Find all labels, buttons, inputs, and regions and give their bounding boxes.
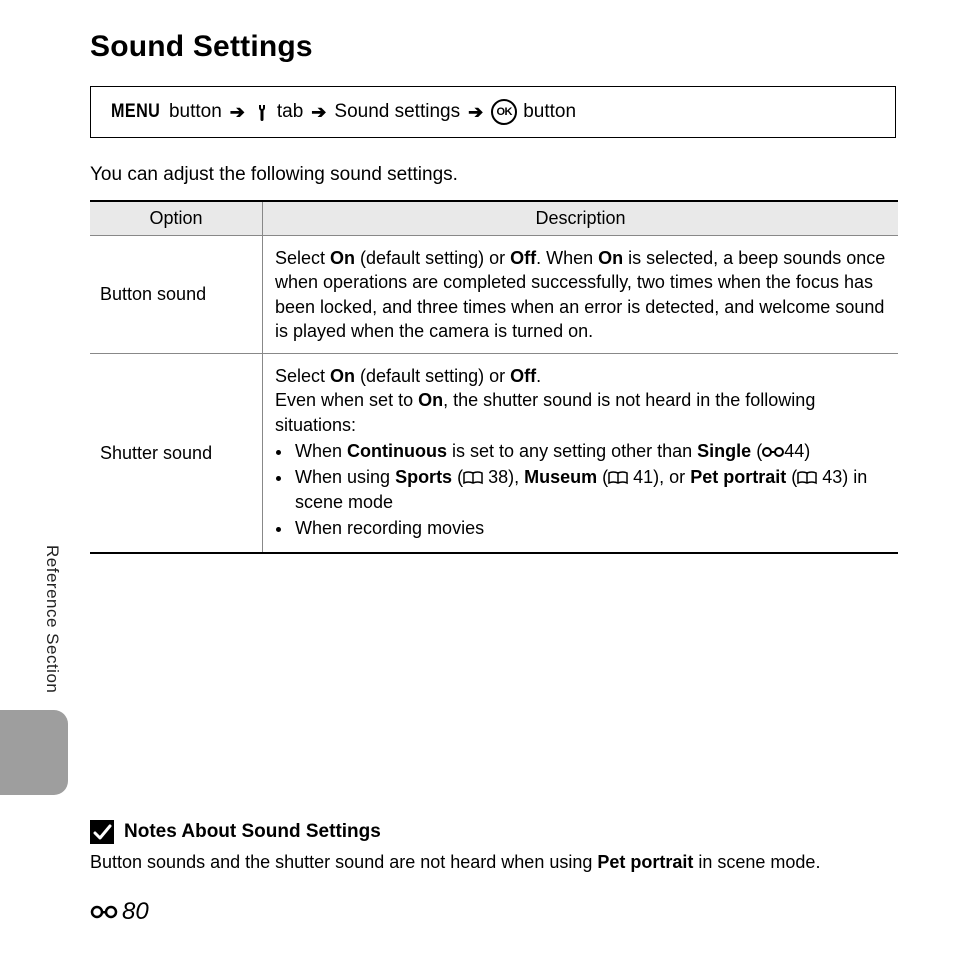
notes-text: in scene mode.	[693, 852, 820, 872]
desc-bold: On	[330, 248, 355, 268]
intro-text: You can adjust the following sound setti…	[90, 164, 896, 186]
arrow-icon: ➔	[228, 102, 247, 123]
book-icon	[463, 471, 483, 485]
breadcrumb-item-label: Sound settings	[334, 101, 460, 123]
link-icon	[762, 445, 784, 459]
notes-heading: Notes About Sound Settings	[124, 821, 381, 843]
col-header-option: Option	[90, 201, 263, 236]
option-cell: Shutter sound	[90, 354, 263, 554]
desc-text: (default setting) or	[355, 366, 510, 386]
desc-text: is set to any setting other than	[447, 441, 697, 461]
breadcrumb-word-tab: tab	[277, 101, 303, 123]
desc-text: 41), or	[628, 467, 690, 487]
ok-button-icon: OK	[491, 99, 517, 125]
col-header-description: Description	[263, 201, 899, 236]
arrow-icon: ➔	[466, 102, 485, 123]
side-tab	[0, 710, 68, 795]
table-row: Shutter sound Select On (default setting…	[90, 354, 898, 554]
desc-bold: Museum	[524, 467, 597, 487]
description-cell: Select On (default setting) or Off. When…	[263, 236, 899, 354]
desc-text: . When	[536, 248, 598, 268]
desc-bold: Sports	[395, 467, 452, 487]
desc-text: .	[536, 366, 541, 386]
menu-label: MENU	[111, 101, 160, 123]
desc-text: Select	[275, 366, 330, 386]
desc-text: 44)	[784, 441, 810, 461]
desc-text: When	[295, 441, 347, 461]
description-cell: Select On (default setting) or Off. Even…	[263, 354, 899, 554]
breadcrumb: MENU button ➔ tab ➔ Sound settings ➔ OK …	[90, 86, 896, 138]
book-icon	[608, 471, 628, 485]
settings-table: Option Description Button sound Select O…	[90, 200, 898, 554]
desc-bold: Off	[510, 248, 536, 268]
side-section-label: Reference Section	[42, 545, 62, 693]
list-item: When recording movies	[293, 516, 886, 540]
notes-bold: Pet portrait	[597, 852, 693, 872]
desc-bold: On	[598, 248, 623, 268]
desc-text: Even when set to	[275, 390, 418, 410]
page-number: 80	[90, 898, 149, 926]
desc-bold: Pet portrait	[690, 467, 786, 487]
table-row: Button sound Select On (default setting)…	[90, 236, 898, 354]
option-cell: Button sound	[90, 236, 263, 354]
notes-block: Notes About Sound Settings Button sounds…	[90, 820, 896, 874]
check-icon	[90, 820, 114, 844]
desc-text: 38),	[483, 467, 524, 487]
desc-text: (default setting) or	[355, 248, 510, 268]
breadcrumb-word-button: button	[523, 101, 576, 123]
wrench-icon	[253, 102, 271, 122]
list-item: When using Sports ( 38), Museum ( 41), o…	[293, 465, 886, 514]
notes-heading-row: Notes About Sound Settings	[90, 820, 896, 844]
notes-body: Button sounds and the shutter sound are …	[90, 850, 896, 874]
desc-bold: On	[418, 390, 443, 410]
desc-bold: Continuous	[347, 441, 447, 461]
desc-bold: Single	[697, 441, 751, 461]
desc-text: Select	[275, 248, 330, 268]
desc-bold: On	[330, 366, 355, 386]
breadcrumb-word-button: button	[169, 101, 222, 123]
page-title: Sound Settings	[0, 0, 954, 64]
notes-text: Button sounds and the shutter sound are …	[90, 852, 597, 872]
desc-bold: Off	[510, 366, 536, 386]
desc-text: When using	[295, 467, 395, 487]
book-icon	[797, 471, 817, 485]
page-number-text: 80	[122, 898, 149, 926]
arrow-icon: ➔	[309, 102, 328, 123]
link-icon	[90, 903, 118, 921]
manual-page: Sound Settings MENU button ➔ tab ➔ Sound…	[0, 0, 954, 954]
list-item: When Continuous is set to any setting ot…	[293, 439, 886, 463]
